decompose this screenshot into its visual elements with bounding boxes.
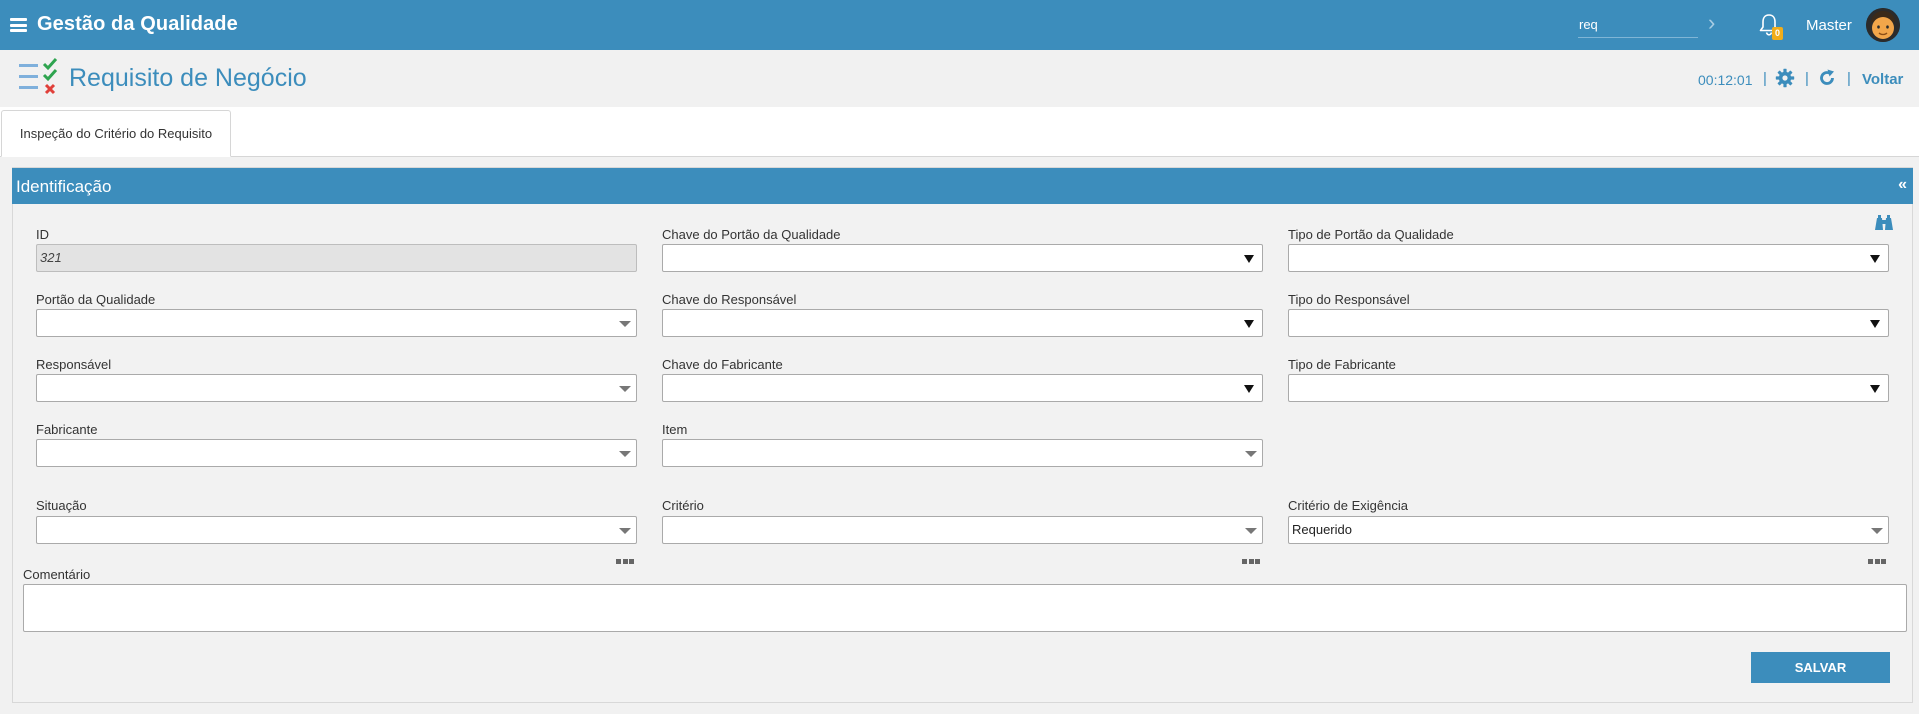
responsavel-select[interactable] xyxy=(36,374,637,402)
header-separator: | xyxy=(1763,70,1767,87)
tipo-fabricante-select[interactable] xyxy=(1288,374,1889,402)
tipo-portao-label: Tipo de Portão da Qualidade xyxy=(1288,227,1454,242)
criterio-select[interactable] xyxy=(662,516,1263,544)
fabricante-select[interactable] xyxy=(36,439,637,467)
comentario-textarea[interactable] xyxy=(23,584,1907,632)
tipo-portao-select[interactable] xyxy=(1288,244,1889,272)
chave-portao-select[interactable] xyxy=(662,244,1263,272)
id-label: ID xyxy=(36,227,49,242)
binoculars-icon[interactable] xyxy=(1874,215,1894,231)
situacao-select[interactable] xyxy=(36,516,637,544)
chevron-down-icon xyxy=(1245,528,1257,534)
search-input[interactable] xyxy=(1578,12,1698,38)
caret-down-icon xyxy=(1870,320,1880,328)
more-options-icon[interactable] xyxy=(616,551,636,564)
session-timer: 00:12:01 xyxy=(1698,72,1753,88)
tipo-fabricante-label: Tipo de Fabricante xyxy=(1288,357,1396,372)
chave-portao-label: Chave do Portão da Qualidade xyxy=(662,227,841,242)
header-separator: | xyxy=(1805,70,1809,87)
tab-inspecao-criterio[interactable]: Inspeção do Critério do Requisito xyxy=(1,110,231,157)
avatar-face-icon xyxy=(1866,8,1900,42)
criterio-exigencia-value: Requerido xyxy=(1292,522,1352,537)
responsavel-label: Responsável xyxy=(36,357,112,372)
header-separator: | xyxy=(1847,70,1851,87)
avatar[interactable] xyxy=(1866,8,1900,42)
caret-down-icon xyxy=(1870,255,1880,263)
chevron-right-icon[interactable]: › xyxy=(1708,12,1728,36)
save-button[interactable]: SALVAR xyxy=(1751,652,1890,683)
menu-icon[interactable] xyxy=(10,18,27,32)
chevron-down-icon xyxy=(619,386,631,392)
section-title: Identificação xyxy=(16,177,112,196)
section-header[interactable]: Identificação « xyxy=(12,168,1913,204)
chevron-down-icon xyxy=(1871,528,1883,534)
chevron-down-icon xyxy=(1245,451,1257,457)
top-bar: Gestão da Qualidade › 0 Master xyxy=(0,0,1919,50)
refresh-icon[interactable] xyxy=(1817,68,1837,88)
fabricante-label: Fabricante xyxy=(36,422,98,437)
criterio-exigencia-label: Critério de Exigência xyxy=(1288,498,1408,513)
chevron-down-icon xyxy=(619,451,631,457)
more-options-icon[interactable] xyxy=(1868,551,1888,564)
chave-responsavel-label: Chave do Responsável xyxy=(662,292,797,307)
checklist-icon xyxy=(19,58,58,95)
caret-down-icon xyxy=(1870,385,1880,393)
chave-fabricante-label: Chave do Fabricante xyxy=(662,357,783,372)
id-field: 321 xyxy=(36,244,637,272)
criterio-exigencia-select[interactable]: Requerido xyxy=(1288,516,1889,544)
portao-select[interactable] xyxy=(36,309,637,337)
chevron-down-icon xyxy=(619,528,631,534)
chave-fabricante-select[interactable] xyxy=(662,374,1263,402)
chevron-down-icon xyxy=(619,321,631,327)
situacao-label: Situação xyxy=(36,498,87,513)
more-options-icon[interactable] xyxy=(1242,551,1262,564)
caret-down-icon xyxy=(1244,255,1254,263)
collapse-icon[interactable]: « xyxy=(1898,176,1907,194)
chave-responsavel-select[interactable] xyxy=(662,309,1263,337)
comentario-label: Comentário xyxy=(23,567,91,582)
notification-badge: 0 xyxy=(1772,27,1783,40)
criterio-label: Critério xyxy=(662,498,704,513)
caret-down-icon xyxy=(1244,385,1254,393)
tipo-responsavel-label: Tipo do Responsável xyxy=(1288,292,1410,307)
item-label: Item xyxy=(662,422,688,437)
item-select[interactable] xyxy=(662,439,1263,467)
page-title: Requisito de Negócio xyxy=(69,64,307,92)
app-title: Gestão da Qualidade xyxy=(37,13,238,35)
tab-strip xyxy=(0,107,1919,157)
caret-down-icon xyxy=(1244,320,1254,328)
user-name[interactable]: Master xyxy=(1806,17,1852,34)
notification-bell-icon[interactable]: 0 xyxy=(1758,13,1784,43)
tipo-responsavel-select[interactable] xyxy=(1288,309,1889,337)
gear-icon[interactable] xyxy=(1775,68,1795,88)
back-button[interactable]: Voltar xyxy=(1862,71,1903,88)
portao-label: Portão da Qualidade xyxy=(36,292,156,307)
